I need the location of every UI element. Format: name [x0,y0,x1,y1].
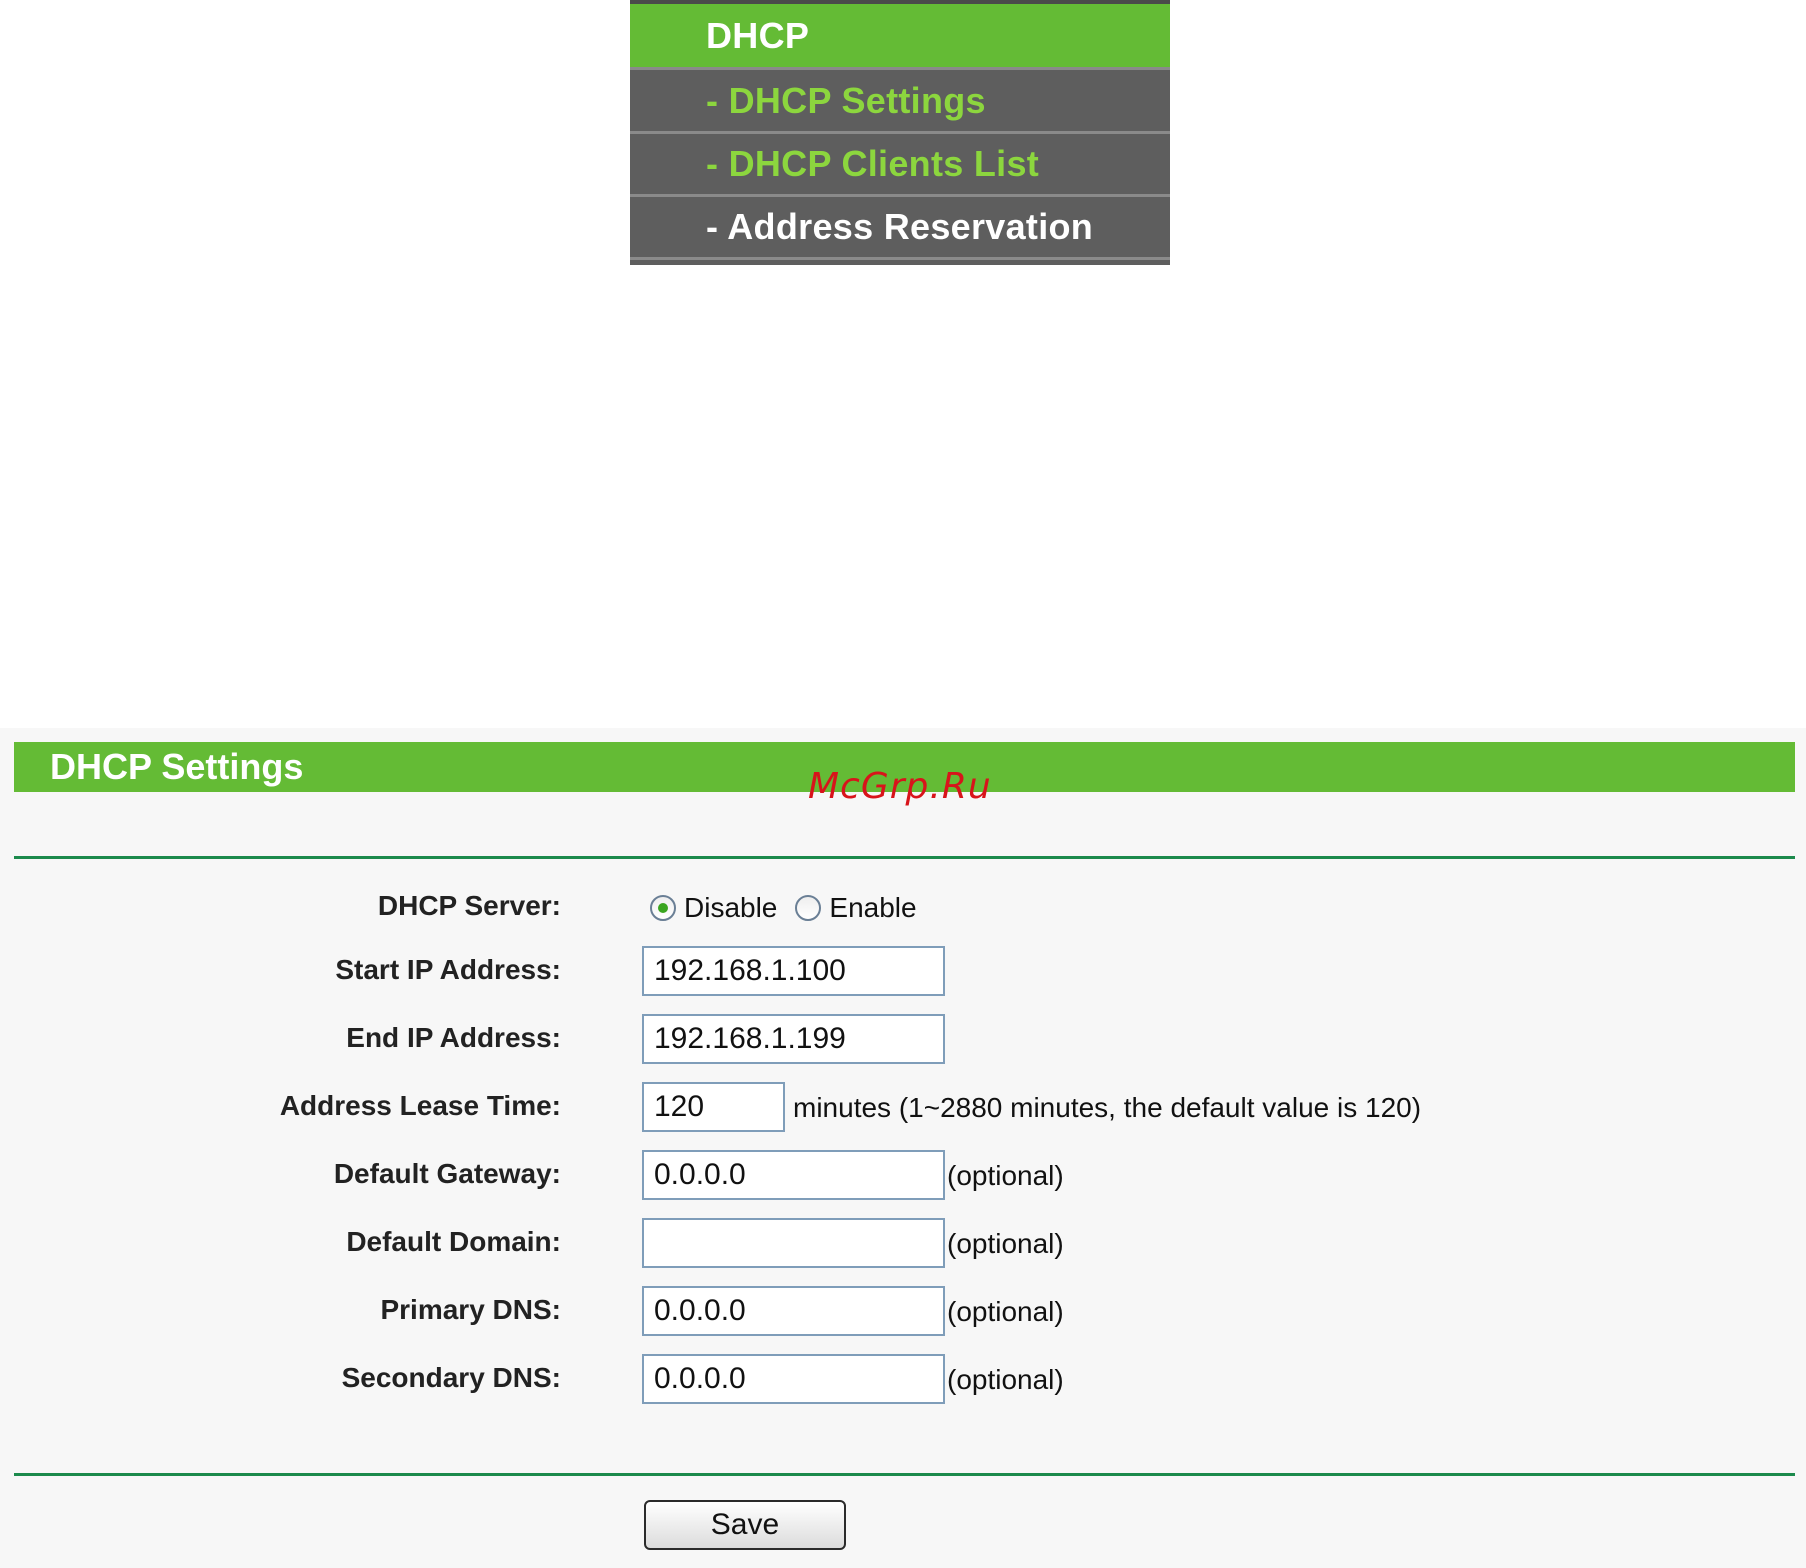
menu-item-dhcp-clients-list[interactable]: - DHCP Clients List [630,134,1170,194]
radio-disable[interactable] [650,895,676,921]
divider-top [14,856,1795,859]
menu-item-dhcp-settings[interactable]: - DHCP Settings [630,71,1170,131]
dhcp-server-label: DHCP Server: [377,890,561,921]
gateway-optional-note: (optional) [947,1160,1064,1191]
save-button[interactable]: Save [644,1500,846,1550]
radio-enable[interactable] [795,895,822,921]
menu-header-dhcp[interactable]: DHCP [630,4,1170,67]
domain-optional-note: (optional) [947,1228,1064,1259]
gateway-input[interactable] [642,1150,945,1200]
secondary-dns-optional-note: (optional) [947,1364,1064,1395]
lease-time-note: minutes (1~2880 minutes, the default val… [793,1092,1422,1123]
dhcp-menu: DHCP - DHCP Settings - DHCP Clients List… [630,0,1170,265]
primary-dns-input[interactable] [642,1286,945,1336]
end-ip-label: End IP Address: [346,1022,561,1053]
domain-input[interactable] [642,1218,945,1268]
menu-divider [630,257,1170,260]
dhcp-settings-panel: DHCP Settings McGrp.Ru DHCP Server: Disa… [0,728,1806,1568]
lease-time-label: Address Lease Time: [279,1090,561,1121]
panel-title: DHCP Settings [50,746,304,787]
menu-item-address-reservation[interactable]: - Address Reservation [630,197,1170,257]
dhcp-server-radio-group: Disable Enable [650,888,935,928]
radio-enable-label[interactable]: Enable [829,892,916,924]
lease-time-input[interactable] [642,1082,785,1132]
radio-disable-label[interactable]: Disable [684,892,777,924]
menu-divider [630,67,1170,70]
primary-dns-optional-note: (optional) [947,1296,1064,1327]
start-ip-input[interactable] [642,946,945,996]
divider-bottom [14,1473,1795,1476]
domain-label: Default Domain: [346,1226,561,1257]
start-ip-label: Start IP Address: [335,954,561,985]
gateway-label: Default Gateway: [333,1158,561,1189]
secondary-dns-input[interactable] [642,1354,945,1404]
watermark: McGrp.Ru [808,766,992,807]
radio-selected-dot [658,903,668,913]
primary-dns-label: Primary DNS: [380,1294,561,1325]
secondary-dns-label: Secondary DNS: [341,1362,561,1393]
end-ip-input[interactable] [642,1014,945,1064]
